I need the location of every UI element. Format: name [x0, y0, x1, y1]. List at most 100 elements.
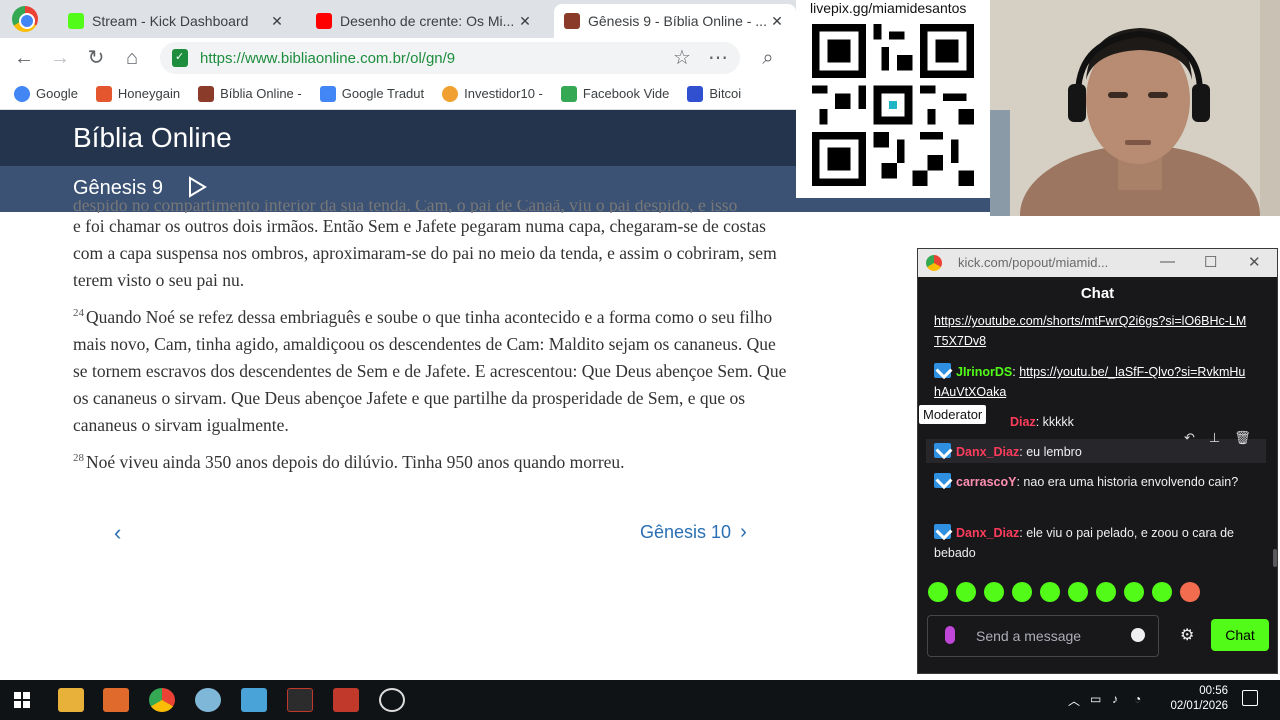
- streaming-app-icon[interactable]: [195, 688, 221, 712]
- network-icon[interactable]: ▭: [1090, 692, 1101, 706]
- kick-badge-icon: [934, 363, 951, 378]
- chat-username[interactable]: carrascoY: [956, 475, 1016, 489]
- emote-icon[interactable]: [1124, 582, 1144, 602]
- chat-settings-gear-icon[interactable]: ⚙: [1180, 625, 1194, 645]
- close-window-icon[interactable]: ✕: [1248, 253, 1261, 271]
- moderator-tooltip: Moderator: [919, 405, 987, 424]
- chevron-right-icon: ›: [740, 521, 747, 543]
- verse-body: Noé viveu ainda 350 anos depois do dilúv…: [86, 452, 625, 472]
- emote-icon[interactable]: [1068, 582, 1088, 602]
- notes-app-icon[interactable]: [241, 688, 267, 712]
- emoji-picker-icon[interactable]: [1131, 628, 1145, 642]
- chat-message: carrascoY: nao era uma historia envolven…: [934, 472, 1252, 492]
- bookmark-label: Google: [36, 86, 78, 101]
- tab-title: Stream - Kick Dashboard: [92, 13, 249, 29]
- emote-icon[interactable]: [1180, 582, 1200, 602]
- chat-window-titlebar[interactable]: kick.com/popout/miamid... — ☐ ✕: [918, 249, 1277, 277]
- chat-input-box[interactable]: [927, 615, 1159, 657]
- chat-link[interactable]: https://youtube.com/shorts/mtFwrQ2i6gs?s…: [934, 314, 1246, 348]
- bookmark-google-translate[interactable]: Google Tradut: [319, 85, 424, 102]
- emote-quick-bar: [928, 582, 1218, 606]
- bookmark-honeygain[interactable]: Honeygain: [95, 85, 180, 102]
- facebook-icon: [560, 85, 577, 102]
- chat-text: eu lembro: [1026, 445, 1082, 459]
- obs-icon[interactable]: [379, 688, 405, 712]
- chat-text: kkkkk: [1042, 415, 1074, 429]
- kick-badge-icon: [934, 443, 951, 458]
- reload-icon[interactable]: ↻: [84, 46, 108, 70]
- chat-username[interactable]: JIrinorDS: [956, 365, 1012, 379]
- tab-title: Gênesis 9 - Bíblia Online - ...: [588, 13, 767, 29]
- verse-number: 28: [73, 452, 84, 464]
- emote-icon[interactable]: [928, 582, 948, 602]
- volume-icon[interactable]: ♪: [1112, 692, 1118, 706]
- bookmark-biblia-online[interactable]: Bíblia Online -: [198, 85, 302, 102]
- bookmark-facebook-video[interactable]: Facebook Vide: [560, 85, 670, 102]
- back-arrow-icon[interactable]: ←: [12, 46, 36, 70]
- emote-icon[interactable]: [1096, 582, 1116, 602]
- chat-username[interactable]: Danx_Diaz: [956, 526, 1019, 540]
- home-icon[interactable]: ⌂: [120, 46, 144, 70]
- chat-popout-window: kick.com/popout/miamid... — ☐ ✕ Chat htt…: [917, 248, 1278, 674]
- pin-icon[interactable]: ⊥: [1209, 430, 1220, 446]
- bookmark-star-icon[interactable]: ☆: [670, 46, 694, 70]
- fl-studio-icon[interactable]: [333, 688, 359, 712]
- bookmark-investidor10[interactable]: Investidor10 -: [442, 85, 543, 102]
- maximize-icon[interactable]: ☐: [1204, 253, 1217, 271]
- address-bar[interactable]: https://www.bibliaonline.com.br/ol/gn/9: [160, 42, 740, 74]
- verse-body: e foi chamar os outros dois irmãos. Entã…: [73, 216, 777, 290]
- file-explorer-icon[interactable]: [58, 688, 84, 712]
- close-tab-icon[interactable]: ✕: [768, 13, 786, 30]
- kick-favicon-icon: [68, 13, 84, 29]
- windows-start-icon[interactable]: [14, 692, 30, 708]
- forward-arrow-icon[interactable]: →: [48, 46, 72, 70]
- tab-kick-dashboard[interactable]: Stream - Kick Dashboard ✕: [58, 4, 296, 38]
- system-clock[interactable]: 00:56 02/01/2026: [1148, 684, 1228, 714]
- calculator-icon[interactable]: [287, 688, 313, 712]
- media-player-icon[interactable]: [103, 688, 129, 712]
- bookmark-label: Facebook Vide: [582, 86, 670, 101]
- emote-icon[interactable]: [1012, 582, 1032, 602]
- tab-youtube-video[interactable]: Desenho de crente: Os Mi... ✕: [306, 4, 544, 38]
- site-title[interactable]: Bíblia Online: [73, 122, 232, 154]
- verse-text: 24 Quando Noé se refez dessa embriaguês e…: [73, 304, 793, 439]
- emote-icon[interactable]: [956, 582, 976, 602]
- delete-icon[interactable]: 🗑: [1234, 430, 1251, 446]
- emote-icon[interactable]: [1152, 582, 1172, 602]
- minimize-icon[interactable]: —: [1160, 253, 1175, 270]
- chat-username[interactable]: Danx_Diaz: [956, 445, 1019, 459]
- search-icon[interactable]: ⌕: [756, 46, 780, 70]
- send-message-input[interactable]: [976, 626, 1116, 646]
- streamer-camera-image: [990, 0, 1280, 216]
- close-tab-icon[interactable]: ✕: [516, 13, 534, 30]
- bitcoin-icon: [687, 85, 704, 102]
- previous-chapter-link[interactable]: ‹: [114, 520, 121, 546]
- verse-body: Quando Noé se refez dessa embriaguês e s…: [73, 307, 787, 435]
- wifi-icon[interactable]: ◔: [1134, 692, 1141, 706]
- kick-badge-icon: [934, 473, 951, 488]
- play-audio-icon[interactable]: [186, 176, 208, 198]
- chat-message: https://youtube.com/shorts/mtFwrQ2i6gs?s…: [934, 311, 1252, 351]
- qr-code-icon: [812, 24, 974, 186]
- tray-chevron-icon[interactable]: ︿: [1068, 692, 1080, 709]
- chrome-taskbar-icon[interactable]: [149, 688, 175, 712]
- bookmark-bitcoin[interactable]: Bitcoi: [687, 85, 741, 102]
- more-menu-icon[interactable]: ⋯: [706, 46, 730, 70]
- windows-taskbar: [0, 680, 1280, 720]
- notification-center-icon[interactable]: [1242, 690, 1258, 706]
- microphone-icon[interactable]: [945, 626, 955, 644]
- undo-icon[interactable]: ↶: [1184, 430, 1195, 446]
- chat-scrollbar[interactable]: [1273, 549, 1277, 567]
- qr-caption: livepix.gg/miamidesantos: [810, 0, 967, 16]
- chat-message: Danx_Diaz: ele viu o pai pelado, e zoou …: [934, 524, 1234, 560]
- tab-biblia-online[interactable]: Gênesis 9 - Bíblia Online - ... ✕: [554, 4, 796, 38]
- emote-icon[interactable]: [1040, 582, 1060, 602]
- chat-message: JIrinorDS: https://youtu.be/_laSfF-Qlvo?…: [934, 363, 1246, 399]
- emote-icon[interactable]: [984, 582, 1004, 602]
- chat-username[interactable]: Diaz: [1010, 415, 1036, 429]
- bookmark-google[interactable]: Google: [14, 85, 78, 102]
- chat-send-button[interactable]: Chat: [1211, 619, 1269, 651]
- close-tab-icon[interactable]: ✕: [268, 13, 286, 30]
- next-chapter-link[interactable]: Gênesis 10 ›: [640, 521, 747, 544]
- bible-favicon-icon: [564, 13, 580, 29]
